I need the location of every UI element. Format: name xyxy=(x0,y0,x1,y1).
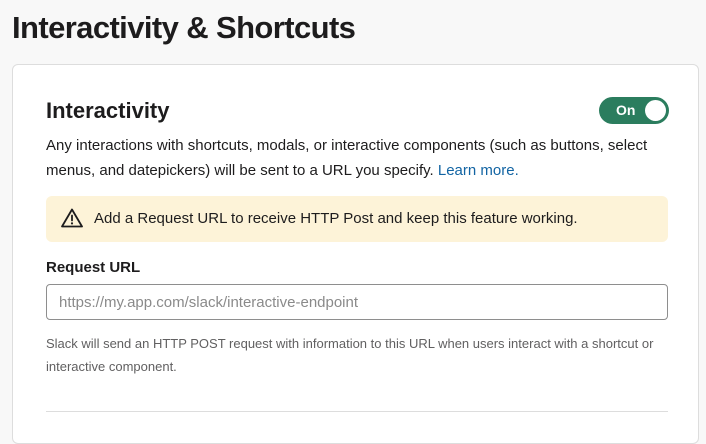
toggle-label: On xyxy=(616,102,636,118)
section-description: Any interactions with shortcuts, modals,… xyxy=(46,133,666,183)
description-text: Any interactions with shortcuts, modals,… xyxy=(46,137,648,179)
section-heading: Interactivity xyxy=(46,98,170,123)
request-url-label: Request URL xyxy=(46,259,141,276)
request-url-help-text: Slack will send an HTTP POST request wit… xyxy=(46,336,654,374)
interactivity-toggle[interactable]: On xyxy=(599,97,669,124)
warning-banner: Add a Request URL to receive HTTP Post a… xyxy=(46,196,668,242)
page-title: Interactivity & Shortcuts xyxy=(12,10,356,45)
request-url-input[interactable] xyxy=(46,284,668,320)
learn-more-link[interactable]: Learn more. xyxy=(438,162,519,179)
interactivity-card: Interactivity On Any interactions with s… xyxy=(12,64,699,444)
warning-triangle-icon xyxy=(61,208,83,228)
toggle-knob xyxy=(645,100,666,121)
warning-text: Add a Request URL to receive HTTP Post a… xyxy=(94,210,578,227)
section-divider xyxy=(46,411,668,412)
